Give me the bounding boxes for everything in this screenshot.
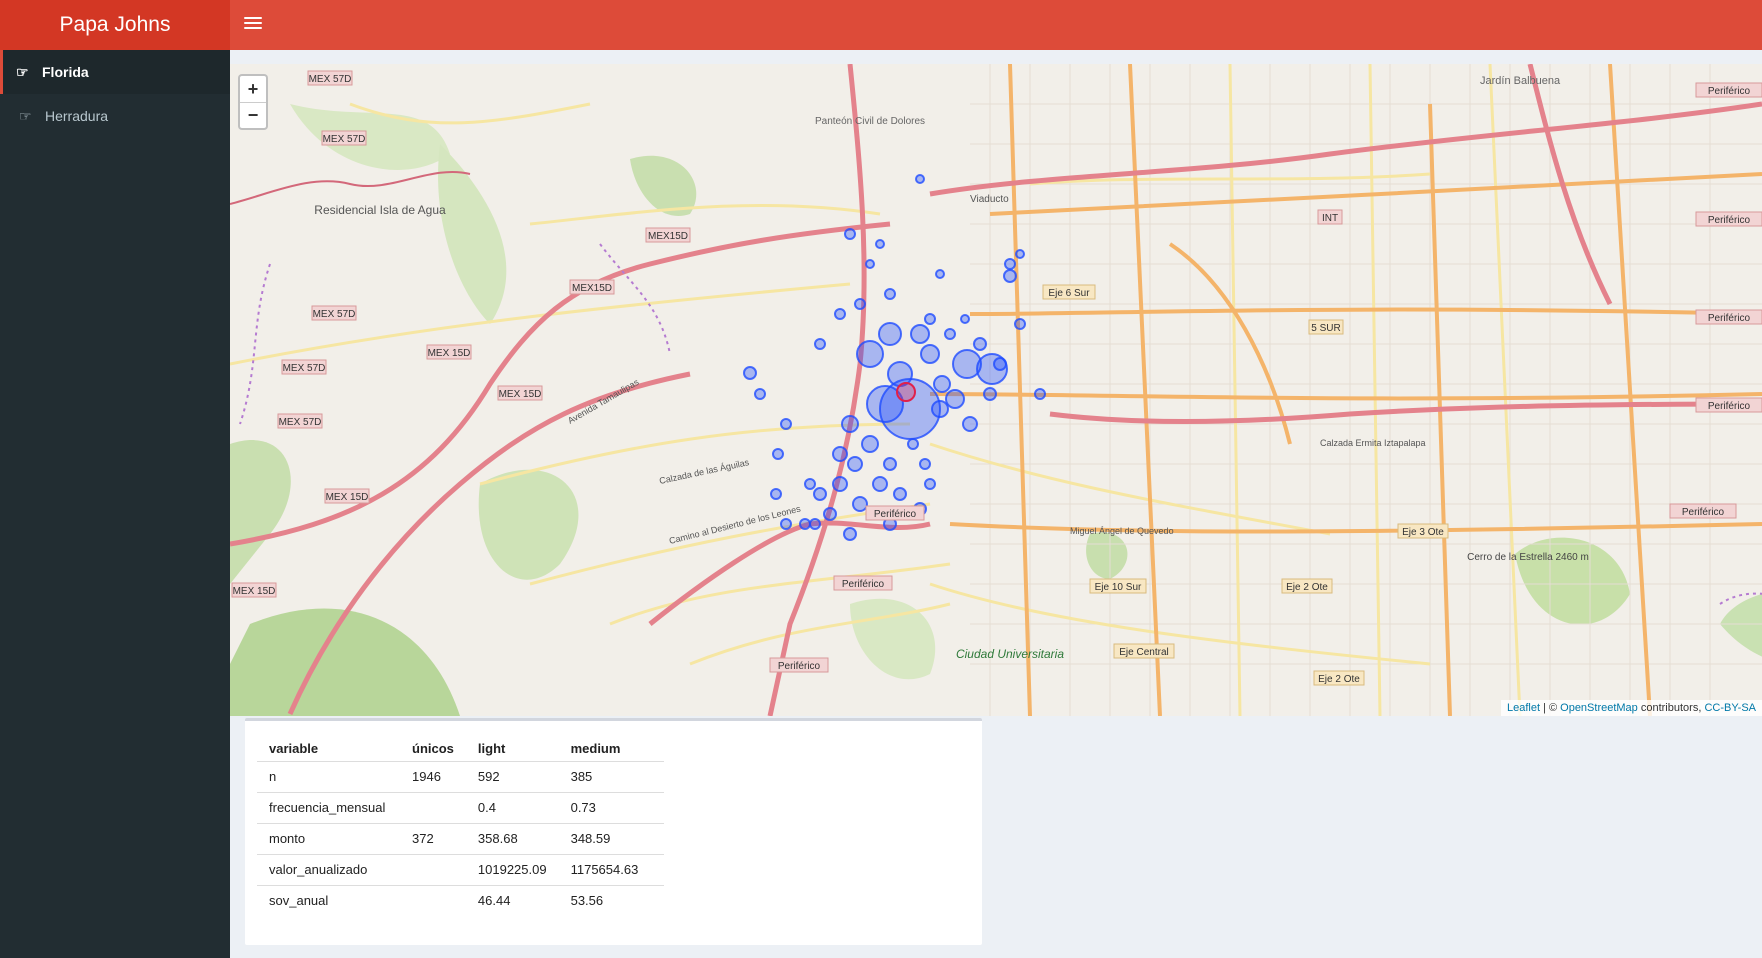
- table-cell: valor_anualizado: [257, 853, 400, 885]
- table-cell: 372: [400, 822, 466, 854]
- table-header: únicos: [412, 741, 454, 757]
- map-label: Avenida Tamaulipas: [566, 377, 641, 426]
- table-cell: 1946: [400, 760, 466, 792]
- table-row: n 1946 592 385: [257, 760, 664, 792]
- sidebar-item-herradura[interactable]: ☞ Herradura: [0, 94, 230, 138]
- map-label: 5 SUR: [1311, 323, 1340, 334]
- map-label: MEX15D: [648, 231, 688, 242]
- table-cell: frecuencia_mensual: [257, 791, 400, 823]
- table-header: variable: [269, 741, 319, 757]
- license-link[interactable]: CC-BY-SA: [1704, 702, 1756, 714]
- map-label: MEX 15D: [428, 348, 471, 359]
- map-label: Periférico: [1682, 507, 1725, 518]
- sidebar-item-label: Florida: [42, 64, 89, 80]
- map-label: Periférico: [1708, 215, 1751, 226]
- summary-table: variable únicos light medium n 1946 592 …: [257, 737, 664, 916]
- map-label: Jardín Balbuena: [1480, 75, 1561, 87]
- summary-box: variable únicos light medium n 1946 592 …: [245, 718, 982, 945]
- map-label: INT: [1322, 213, 1338, 224]
- top-navbar: [230, 0, 1762, 50]
- map-label: Eje 10 Sur: [1095, 582, 1142, 593]
- map-label: Panteón Civil de Dolores: [815, 116, 925, 127]
- table-cell: 592: [465, 760, 559, 792]
- map-label: Eje Central: [1119, 647, 1168, 658]
- map-label: Eje 2 Ote: [1318, 674, 1360, 685]
- zoom-out-button[interactable]: −: [240, 102, 266, 128]
- map-label: Periférico: [1708, 86, 1751, 97]
- map-label: Calzada de las Águilas: [658, 457, 750, 486]
- zoom-control: + −: [238, 74, 268, 130]
- table-cell: 46.44: [465, 884, 559, 916]
- table-cell: monto: [257, 822, 400, 854]
- map-label: Ciudad Universitaria: [956, 647, 1064, 661]
- attribution-separator: | ©: [1540, 702, 1561, 714]
- map-label: MEX15D: [572, 283, 612, 294]
- table-cell: [400, 853, 466, 885]
- map-tiles: MEX 57D MEX 57D MEX 57D MEX 57D MEX 57D …: [230, 64, 1762, 716]
- table-row: sov_anual 46.44 53.56: [257, 884, 664, 916]
- map-label: MEX 15D: [326, 492, 369, 503]
- map-label: Viaducto: [970, 194, 1009, 205]
- zoom-in-button[interactable]: +: [240, 76, 266, 102]
- table-cell: sov_anual: [257, 884, 400, 916]
- map-label: Periférico: [778, 661, 821, 672]
- map-label: Periférico: [1708, 401, 1751, 412]
- table-cell: 358.68: [465, 822, 559, 854]
- map-label: MEX 57D: [279, 417, 322, 428]
- app-title: Papa Johns: [59, 13, 171, 36]
- map-label: Eje 3 Ote: [1402, 527, 1444, 538]
- map-label: Periférico: [874, 509, 917, 520]
- table-cell: 53.56: [558, 884, 664, 916]
- sidebar-item-label: Herradura: [45, 108, 109, 124]
- leaflet-link[interactable]: Leaflet: [1507, 702, 1540, 714]
- table-cell: n: [257, 760, 400, 792]
- menu-toggle-icon[interactable]: [244, 17, 262, 33]
- leaflet-map[interactable]: MEX 57D MEX 57D MEX 57D MEX 57D MEX 57D …: [230, 64, 1762, 716]
- table-cell: [400, 791, 466, 823]
- map-label: Miguel Ángel de Quevedo: [1070, 526, 1174, 536]
- table-cell: 385: [558, 760, 664, 792]
- table-cell: [400, 884, 466, 916]
- hand-point-right-icon: ☞: [19, 107, 32, 124]
- map-label: Eje 6 Sur: [1048, 288, 1090, 299]
- hand-point-right-icon: ☞: [16, 63, 29, 80]
- openstreetmap-link[interactable]: OpenStreetMap: [1560, 702, 1638, 714]
- table-cell: 1175654.63: [558, 853, 664, 885]
- attribution-contributors: contributors,: [1637, 702, 1705, 714]
- table-header-row: variable únicos light medium: [257, 737, 664, 761]
- table-row: monto 372 358.68 348.59: [257, 822, 664, 854]
- map-label: MEX 15D: [499, 389, 542, 400]
- table-cell: 348.59: [558, 822, 664, 854]
- table-row: valor_anualizado 1019225.09 1175654.63: [257, 853, 664, 885]
- map-label: MEX 57D: [313, 309, 356, 320]
- table-header: light: [477, 741, 506, 757]
- map-label: Eje 2 Ote: [1286, 582, 1328, 593]
- table-header: medium: [570, 741, 621, 757]
- map-label: MEX 15D: [233, 586, 276, 597]
- app-logo[interactable]: Papa Johns: [0, 0, 230, 50]
- map-label: Cerro de la Estrella 2460 m: [1467, 552, 1589, 563]
- table-row: frecuencia_mensual 0.4 0.73: [257, 791, 664, 823]
- map-label: Periférico: [1708, 313, 1751, 324]
- map-label: Calzada Ermita Iztapalapa: [1320, 438, 1426, 448]
- map-label: Periférico: [842, 579, 885, 590]
- table-cell: 0.73: [558, 791, 664, 823]
- table-cell: 0.4: [465, 791, 559, 823]
- map-label: MEX 57D: [283, 363, 326, 374]
- map-attribution: Leaflet | © OpenStreetMap contributors, …: [1500, 700, 1762, 716]
- sidebar: ☞ Florida ☞ Herradura: [0, 50, 230, 958]
- map-label: Residencial Isla de Agua: [314, 203, 446, 217]
- sidebar-item-florida[interactable]: ☞ Florida: [0, 50, 230, 94]
- map-label: MEX 57D: [323, 134, 366, 145]
- map-label: MEX 57D: [309, 74, 352, 85]
- table-cell: 1019225.09: [465, 853, 559, 885]
